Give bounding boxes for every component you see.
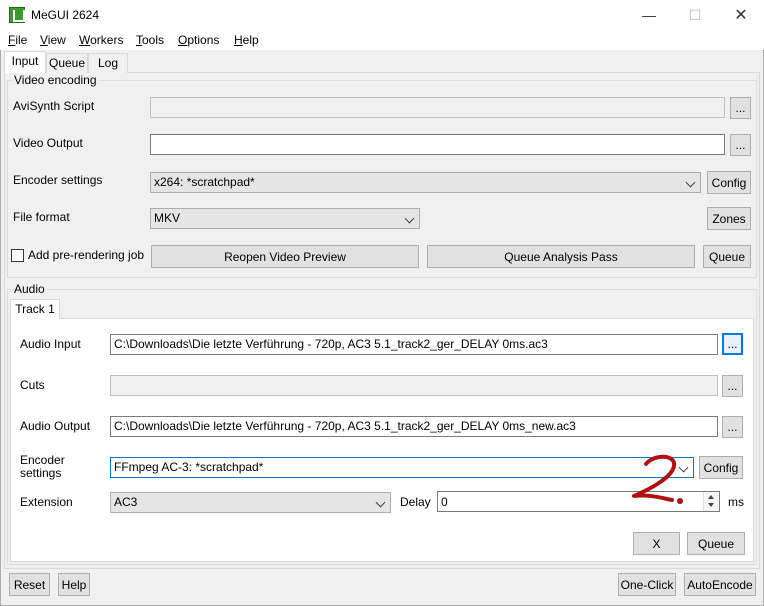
menu-file[interactable]: File <box>8 33 27 47</box>
pre-rendering-checkbox[interactable] <box>11 249 24 262</box>
file-format-label: File format <box>13 210 70 224</box>
minimize-button[interactable]: — <box>626 0 672 30</box>
audio-queue-button[interactable]: Queue <box>687 532 745 555</box>
delay-unit-label: ms <box>728 495 744 509</box>
video-encoder-select[interactable]: x264: *scratchpad* <box>150 172 701 193</box>
avisynth-script-label: AviSynth Script <box>13 99 95 113</box>
chevron-down-icon <box>375 497 386 508</box>
extension-label: Extension <box>20 495 73 509</box>
spin-up-icon[interactable] <box>708 495 714 499</box>
file-format-select[interactable]: MKV <box>150 208 420 229</box>
audio-output-field[interactable]: C:\Downloads\Die letzte Verführung - 720… <box>110 416 718 437</box>
cuts-browse-button[interactable]: ... <box>722 375 743 397</box>
avisynth-browse-button[interactable]: ... <box>730 97 751 119</box>
megui-app-icon <box>9 7 25 23</box>
file-format-value: MKV <box>154 211 181 225</box>
chevron-down-icon <box>404 213 415 224</box>
menu-workers[interactable]: Workers <box>79 33 123 47</box>
audio-config-button[interactable]: Config <box>699 456 743 479</box>
handwritten-question-mark-annotation <box>632 454 683 504</box>
audio-encoder-value: FFmpeg AC-3: *scratchpad* <box>114 460 264 474</box>
audio-encoder-settings-label: Encoder settings <box>20 453 65 480</box>
reopen-video-preview-button[interactable]: Reopen Video Preview <box>151 245 419 268</box>
video-output-label: Video Output <box>13 136 83 150</box>
delay-value: 0 <box>441 495 448 509</box>
menu-view[interactable]: View <box>40 33 66 47</box>
tab-track-1[interactable]: Track 1 <box>10 299 60 319</box>
menu-tools[interactable]: Tools <box>136 33 164 47</box>
audio-group-label: Audio <box>12 282 47 296</box>
tab-input[interactable]: Input <box>4 51 46 73</box>
cuts-input[interactable] <box>110 375 718 396</box>
extension-value: AC3 <box>114 495 138 509</box>
close-button[interactable]: ✕ <box>718 0 764 30</box>
audio-output-label: Audio Output <box>20 419 91 433</box>
video-encoder-value: x264: *scratchpad* <box>154 175 255 189</box>
chevron-down-icon <box>685 177 696 188</box>
zones-button[interactable]: Zones <box>707 207 751 230</box>
audio-input-label: Audio Input <box>20 337 81 351</box>
menu-options[interactable]: Options <box>178 33 219 47</box>
video-output-browse-button[interactable]: ... <box>730 134 751 156</box>
tab-queue[interactable]: Queue <box>46 53 88 73</box>
remove-track-button[interactable]: X <box>633 532 680 555</box>
menu-help[interactable]: Help <box>234 33 259 47</box>
maximize-button[interactable]: ☐ <box>672 0 718 30</box>
reset-button[interactable]: Reset <box>9 573 50 596</box>
video-queue-button[interactable]: Queue <box>703 245 751 268</box>
video-encoding-group-label: Video encoding <box>12 73 99 87</box>
spin-down-icon[interactable] <box>708 503 714 507</box>
one-click-button[interactable]: One-Click <box>618 573 676 596</box>
help-button[interactable]: Help <box>58 573 90 596</box>
pre-rendering-label: Add pre-rendering job <box>28 248 145 262</box>
spin-buttons[interactable] <box>703 492 719 511</box>
video-output-input[interactable] <box>150 134 725 155</box>
audio-input-browse-button[interactable]: ... <box>722 333 743 355</box>
avisynth-script-input[interactable] <box>150 97 725 118</box>
audio-output-browse-button[interactable]: ... <box>722 416 743 438</box>
queue-analysis-pass-button[interactable]: Queue Analysis Pass <box>427 245 695 268</box>
video-config-button[interactable]: Config <box>707 171 751 194</box>
auto-encode-button[interactable]: AutoEncode <box>684 573 756 596</box>
audio-input-field[interactable]: C:\Downloads\Die letzte Verführung - 720… <box>110 334 718 355</box>
cuts-label: Cuts <box>20 378 45 392</box>
window-title: MeGUI 2624 <box>31 8 100 22</box>
audio-encoder-select[interactable]: FFmpeg AC-3: *scratchpad* <box>110 457 694 478</box>
video-encoder-settings-label: Encoder settings <box>13 173 103 187</box>
extension-select[interactable]: AC3 <box>110 492 391 513</box>
delay-label: Delay <box>400 495 431 509</box>
tab-log[interactable]: Log <box>88 53 128 73</box>
